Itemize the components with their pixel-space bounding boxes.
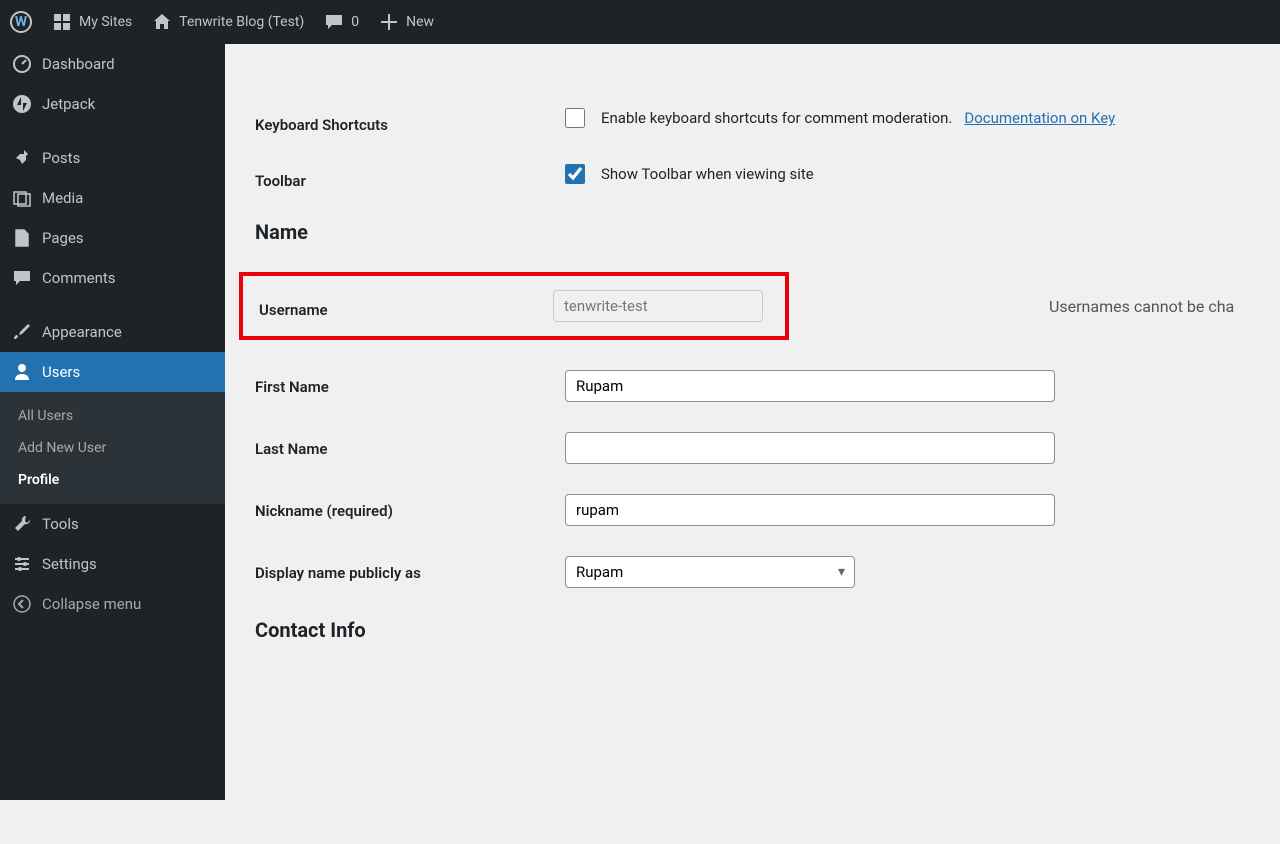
keyboard-shortcuts-label: Keyboard Shortcuts xyxy=(255,108,565,134)
keyboard-shortcuts-doc-link[interactable]: Documentation on Key xyxy=(964,109,1115,127)
menu-dashboard[interactable]: Dashboard xyxy=(0,44,225,84)
nickname-label: Nickname (required) xyxy=(255,494,565,520)
new-label: New xyxy=(406,14,434,30)
keyboard-shortcuts-text: Enable keyboard shortcuts for comment mo… xyxy=(601,109,952,127)
menu-label: Comments xyxy=(42,269,116,287)
toolbar-text: Show Toolbar when viewing site xyxy=(601,165,814,183)
menu-collapse[interactable]: Collapse menu xyxy=(0,584,225,624)
name-heading: Name xyxy=(255,220,1250,244)
menu-posts[interactable]: Posts xyxy=(0,138,225,178)
username-note: Usernames cannot be cha xyxy=(1049,297,1234,316)
username-highlight: Username xyxy=(239,272,789,340)
keyboard-shortcuts-checkbox[interactable] xyxy=(565,108,585,128)
row-keyboard-shortcuts: Keyboard Shortcuts Enable keyboard short… xyxy=(255,108,1250,134)
first-name-input[interactable] xyxy=(565,370,1055,402)
toolbar-checkbox[interactable] xyxy=(565,164,585,184)
first-name-label: First Name xyxy=(255,370,565,396)
site-title-menu[interactable]: Tenwrite Blog (Test) xyxy=(142,0,314,44)
menu-label: Collapse menu xyxy=(42,595,141,613)
comments-icon xyxy=(12,268,32,288)
display-name-label: Display name publicly as xyxy=(255,556,565,582)
username-label: Username xyxy=(259,293,553,319)
toolbar-label: Toolbar xyxy=(255,164,565,190)
wrench-icon xyxy=(12,514,32,534)
collapse-icon xyxy=(12,594,32,614)
sliders-icon xyxy=(12,554,32,574)
row-toolbar: Toolbar Show Toolbar when viewing site xyxy=(255,164,1250,190)
submenu-add-user[interactable]: Add New User xyxy=(0,432,225,464)
last-name-label: Last Name xyxy=(255,432,565,458)
my-sites-label: My Sites xyxy=(79,14,132,30)
user-icon xyxy=(12,362,32,382)
menu-label: Jetpack xyxy=(42,95,95,113)
menu-label: Users xyxy=(42,363,80,381)
menu-label: Media xyxy=(42,189,83,207)
sites-icon xyxy=(52,12,72,32)
new-content-menu[interactable]: New xyxy=(369,0,444,44)
menu-label: Posts xyxy=(42,149,80,167)
menu-pages[interactable]: Pages xyxy=(0,218,225,258)
wp-logo-menu[interactable]: W xyxy=(0,0,42,44)
display-name-select[interactable]: Rupam xyxy=(565,556,855,588)
house-icon xyxy=(152,12,172,32)
my-sites-menu[interactable]: My Sites xyxy=(42,0,142,44)
menu-label: Appearance xyxy=(42,323,122,341)
menu-label: Tools xyxy=(42,515,79,533)
dashboard-icon xyxy=(12,54,32,74)
profile-content: Keyboard Shortcuts Enable keyboard short… xyxy=(225,88,1280,844)
submenu-profile[interactable]: Profile xyxy=(0,464,225,496)
menu-comments[interactable]: Comments xyxy=(0,258,225,298)
username-input xyxy=(553,290,763,322)
contact-heading: Contact Info xyxy=(255,618,1250,642)
pin-icon xyxy=(12,148,32,168)
menu-media[interactable]: Media xyxy=(0,178,225,218)
nickname-input[interactable] xyxy=(565,494,1055,526)
submenu-all-users[interactable]: All Users xyxy=(0,400,225,432)
menu-tools[interactable]: Tools xyxy=(0,504,225,544)
menu-appearance[interactable]: Appearance xyxy=(0,312,225,352)
row-last-name: Last Name xyxy=(255,432,1250,464)
menu-users[interactable]: Users xyxy=(0,352,225,392)
menu-jetpack[interactable]: Jetpack xyxy=(0,84,225,124)
admin-sidebar: Dashboard Jetpack Posts Media Pages Comm… xyxy=(0,44,225,800)
brush-icon xyxy=(12,322,32,342)
row-display-name: Display name publicly as Rupam xyxy=(255,556,1250,588)
row-nickname: Nickname (required) xyxy=(255,494,1250,526)
wordpress-logo-icon: W xyxy=(10,11,32,33)
row-first-name: First Name xyxy=(255,370,1250,402)
jetpack-icon xyxy=(12,94,32,114)
media-icon xyxy=(12,188,32,208)
site-title-label: Tenwrite Blog (Test) xyxy=(179,14,304,30)
comment-icon xyxy=(324,12,344,32)
pages-icon xyxy=(12,228,32,248)
menu-settings[interactable]: Settings xyxy=(0,544,225,584)
users-submenu: All Users Add New User Profile xyxy=(0,392,225,504)
menu-label: Settings xyxy=(42,555,97,573)
plus-icon xyxy=(379,12,399,32)
comments-count: 0 xyxy=(351,14,359,30)
menu-label: Dashboard xyxy=(42,55,115,73)
last-name-input[interactable] xyxy=(565,432,1055,464)
comments-menu[interactable]: 0 xyxy=(314,0,369,44)
menu-label: Pages xyxy=(42,229,84,247)
admin-toolbar: W My Sites Tenwrite Blog (Test) 0 New xyxy=(0,0,1280,44)
